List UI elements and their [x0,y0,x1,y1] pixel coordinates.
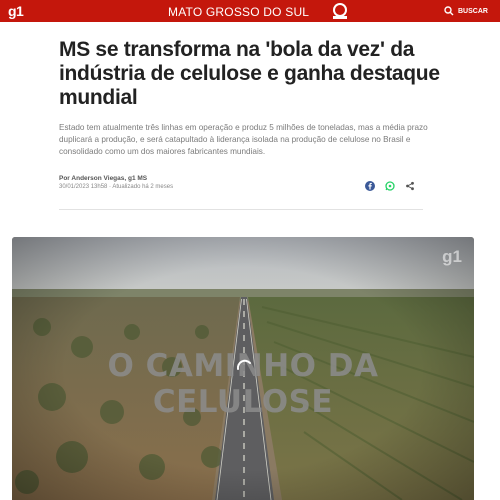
video-watermark: g1 [442,247,462,266]
search-label: BUSCAR [458,7,488,15]
g1-logo[interactable]: g1 [8,3,24,19]
loading-spinner-icon [236,359,251,370]
share-icon[interactable] [405,178,415,191]
share-bar [365,178,415,191]
search-icon [444,6,454,16]
whatsapp-icon[interactable] [385,178,395,191]
article-headline: MS se transforma na 'bola da vez' da ind… [59,38,440,109]
article-byline: Por Anderson Viegas, g1 MS [59,175,148,182]
video-player[interactable]: g1 O CAMINHO DA CELULOSE [12,237,474,500]
tv-morena-logo-icon[interactable] [331,2,349,20]
divider [59,209,423,210]
search-button[interactable]: BUSCAR [444,4,488,18]
top-navigation-bar: g1 MATO GROSSO DO SUL BUSCAR [0,0,500,22]
section-title[interactable]: MATO GROSSO DO SUL [168,5,309,19]
facebook-icon[interactable] [365,178,375,191]
article-summary: Estado tem atualmente três linhas em ope… [59,123,428,156]
article-dateline: 30/01/2023 13h58 · Atualizado há 2 meses [59,184,174,190]
